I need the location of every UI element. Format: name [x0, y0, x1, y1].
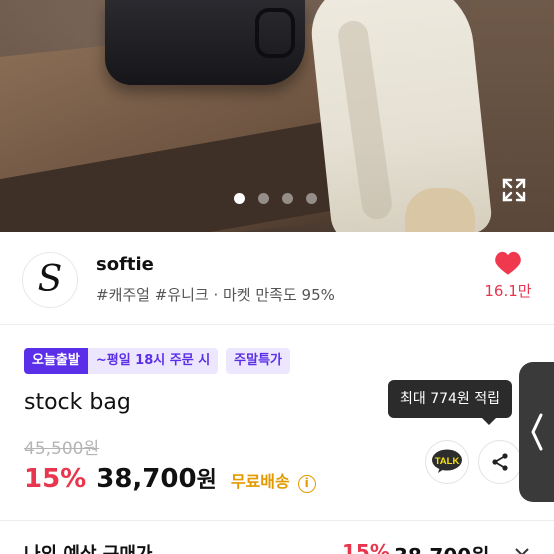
seller-name[interactable]: softie — [96, 254, 154, 275]
seller-meta: #캐주얼 #유니크 · 마켓 만족도 95% — [96, 286, 335, 304]
currency-unit: 원 — [196, 468, 217, 493]
share-icon — [492, 453, 508, 471]
carousel-dot[interactable] — [282, 193, 293, 204]
side-drawer-tab[interactable] — [519, 362, 554, 502]
today-ship-badge: 오늘출발 — [24, 348, 88, 374]
expected-price-row[interactable]: 나의 예상 구매가 15% 38,700원 — [24, 540, 534, 554]
carousel-dots — [234, 193, 317, 204]
carousel-dot[interactable] — [258, 193, 269, 204]
product-title: stock bag — [24, 390, 131, 415]
seller-avatar[interactable]: S — [22, 252, 78, 308]
info-icon[interactable]: i — [297, 475, 316, 493]
points-tooltip: 최대 774원 적립 — [388, 380, 513, 425]
seller-section[interactable]: S softie #캐주얼 #유니크 · 마켓 만족도 95% 16.1만 — [0, 232, 554, 322]
kakao-talk-icon: TALK — [432, 449, 462, 473]
seller-avatar-letter: S — [37, 259, 63, 300]
delivery-badges: 오늘출발 ~평일 18시 주문 시 주말특가 — [24, 348, 291, 374]
like-count: 16.1만 — [484, 282, 532, 300]
share-button[interactable] — [478, 440, 522, 484]
cutoff-badge: ~평일 18시 주문 시 — [87, 348, 219, 374]
chevron-down-icon — [515, 548, 529, 554]
expected-discount: 15% — [342, 540, 390, 554]
image-shoe — [405, 188, 475, 232]
carousel-dot-active[interactable] — [234, 193, 245, 204]
sale-price: 38,700 — [96, 464, 197, 494]
kakao-talk-button[interactable]: TALK — [425, 440, 469, 484]
kakao-label: TALK — [435, 456, 460, 467]
like-button[interactable]: 16.1만 — [482, 250, 534, 301]
expected-price: 38,700원 — [394, 540, 490, 554]
price-row: 15% 38,700 원 무료배송 i — [24, 462, 316, 494]
image-bag-strap — [255, 8, 295, 58]
section-divider — [0, 520, 554, 521]
weekend-sale-badge: 주말특가 — [226, 348, 291, 374]
expand-icon[interactable] — [500, 176, 528, 204]
heart-icon — [495, 251, 521, 275]
product-image-carousel[interactable] — [0, 0, 554, 232]
original-price: 45,500원 — [24, 439, 100, 459]
expected-price-label: 나의 예상 구매가 — [24, 540, 152, 554]
chevron-left-icon — [531, 413, 542, 451]
carousel-dot[interactable] — [306, 193, 317, 204]
discount-rate: 15% — [24, 464, 87, 494]
free-shipping-label: 무료배송 — [230, 472, 290, 491]
section-divider — [0, 324, 554, 325]
